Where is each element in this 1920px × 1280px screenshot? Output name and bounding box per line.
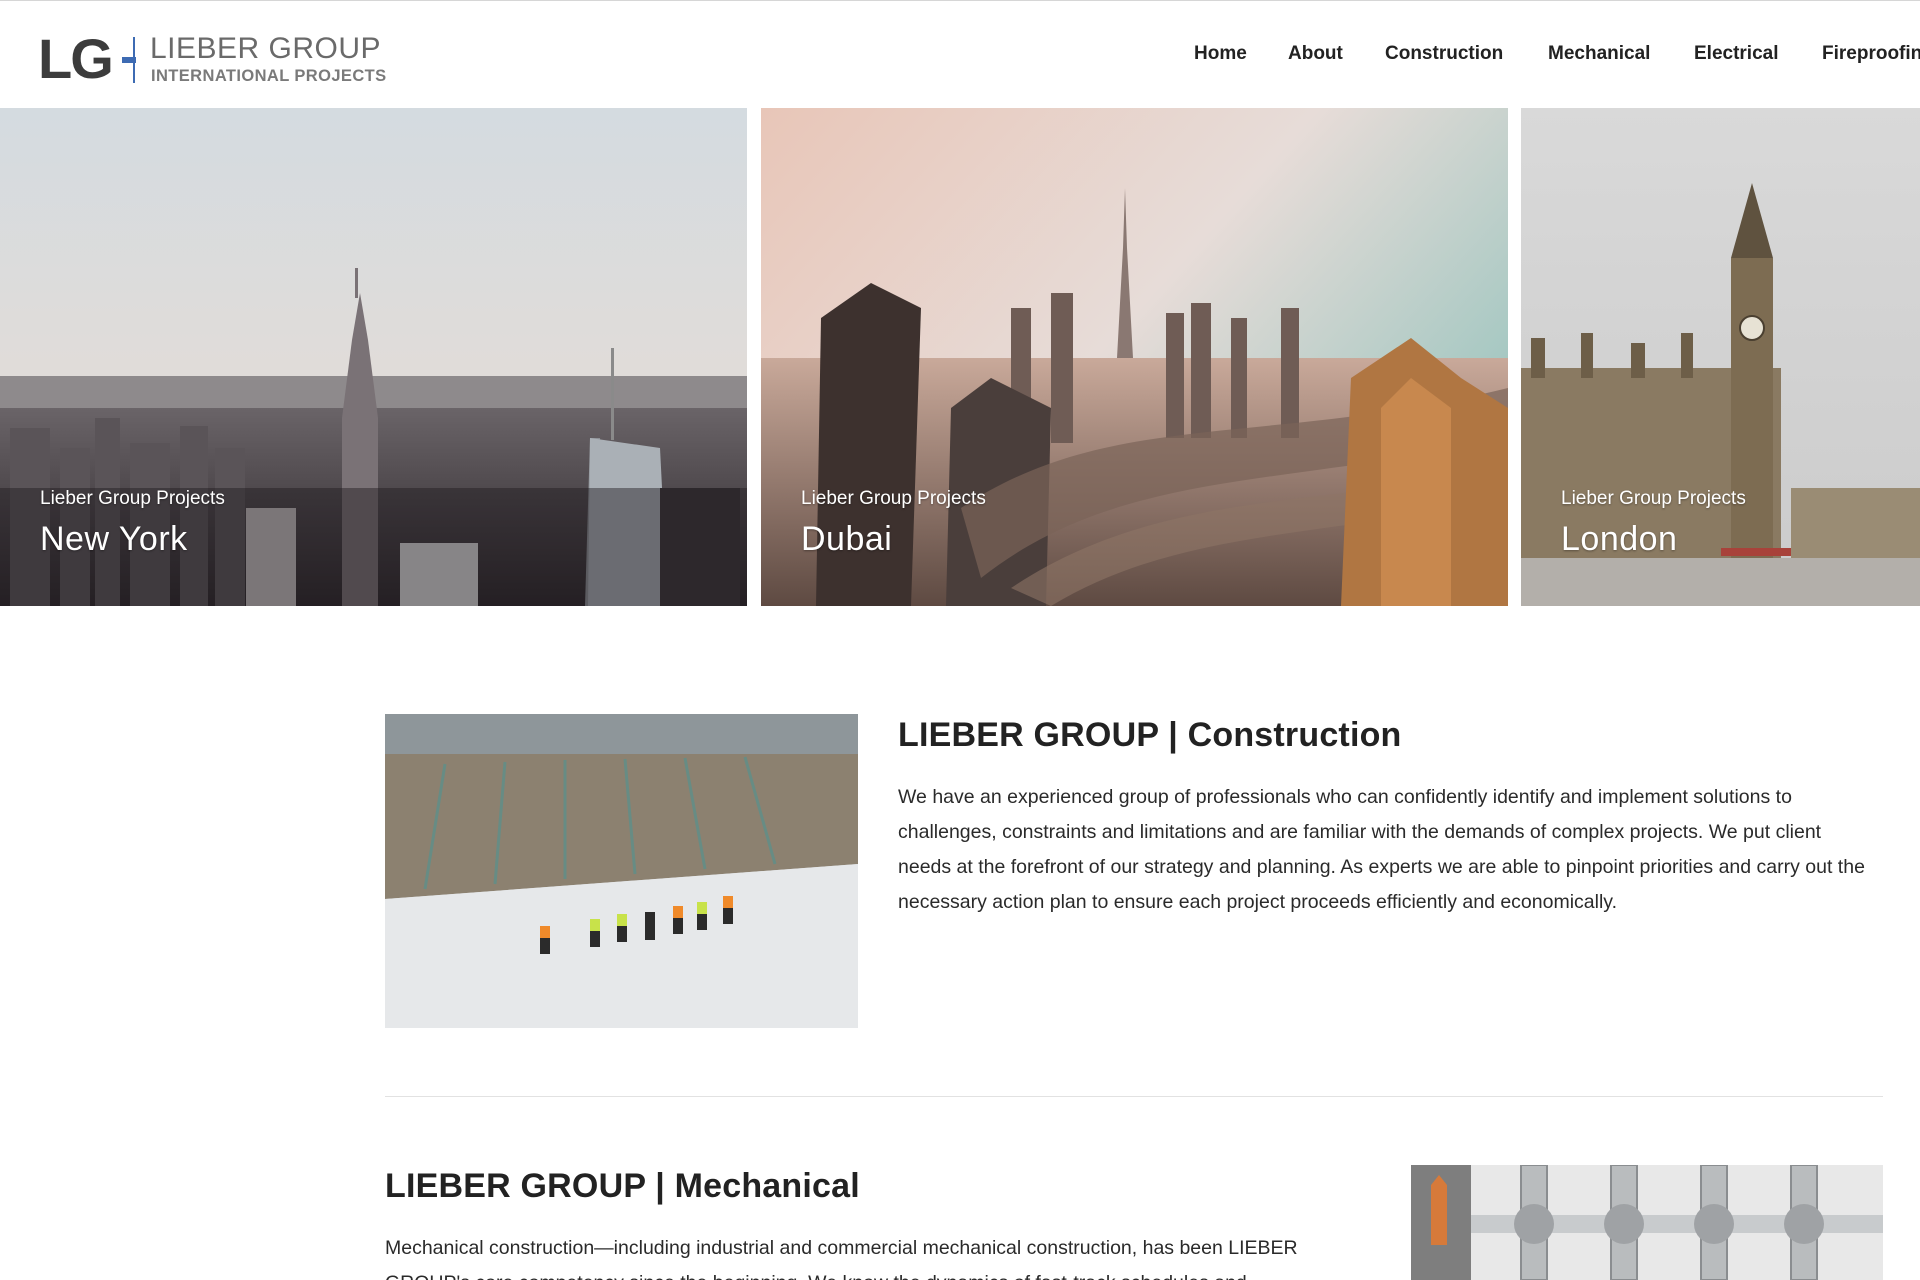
mechanical-piping-image <box>1411 1165 1883 1280</box>
slide-subtitle: Lieber Group Projects <box>801 488 986 509</box>
main-navigation: Home About Construction Mechanical Elect… <box>1194 43 1920 71</box>
nav-fireproofing[interactable]: Fireproofing <box>1822 43 1920 65</box>
nav-construction[interactable]: Construction <box>1385 43 1503 65</box>
section-divider <box>385 1096 1883 1097</box>
logo-divider <box>133 37 135 83</box>
slide-subtitle: Lieber Group Projects <box>40 488 225 509</box>
slide-subtitle: Lieber Group Projects <box>1561 488 1746 509</box>
mechanical-section-title: LIEBER GROUP | Mechanical <box>385 1167 860 1205</box>
site-header: LG LIEBER GROUP INTERNATIONAL PROJECTS H… <box>0 1 1920 108</box>
slide-new-york[interactable]: Lieber Group Projects New York <box>0 108 747 606</box>
construction-section-text: We have an experienced group of professi… <box>898 786 1865 913</box>
slide-city-title: New York <box>40 520 188 558</box>
mechanical-section-text: Mechanical construction—including indust… <box>385 1237 1298 1280</box>
nav-about[interactable]: About <box>1288 43 1343 65</box>
site-logo[interactable]: LG LIEBER GROUP INTERNATIONAL PROJECTS <box>38 31 398 87</box>
logo-tagline: INTERNATIONAL PROJECTS <box>151 67 387 85</box>
nav-home[interactable]: Home <box>1194 43 1247 65</box>
construction-section-title: LIEBER GROUP | Construction <box>898 716 1402 754</box>
construction-site-image <box>385 714 858 1028</box>
slide-dubai[interactable]: Lieber Group Projects Dubai <box>761 108 1508 606</box>
nav-electrical[interactable]: Electrical <box>1694 43 1779 65</box>
logo-company-name: LIEBER GROUP <box>150 32 382 65</box>
nav-mechanical[interactable]: Mechanical <box>1548 43 1650 65</box>
slide-london[interactable]: Lieber Group Projects London <box>1521 108 1920 606</box>
logo-monogram: LG <box>38 27 114 90</box>
slide-city-title: Dubai <box>801 520 893 558</box>
slide-city-title: London <box>1561 520 1678 558</box>
